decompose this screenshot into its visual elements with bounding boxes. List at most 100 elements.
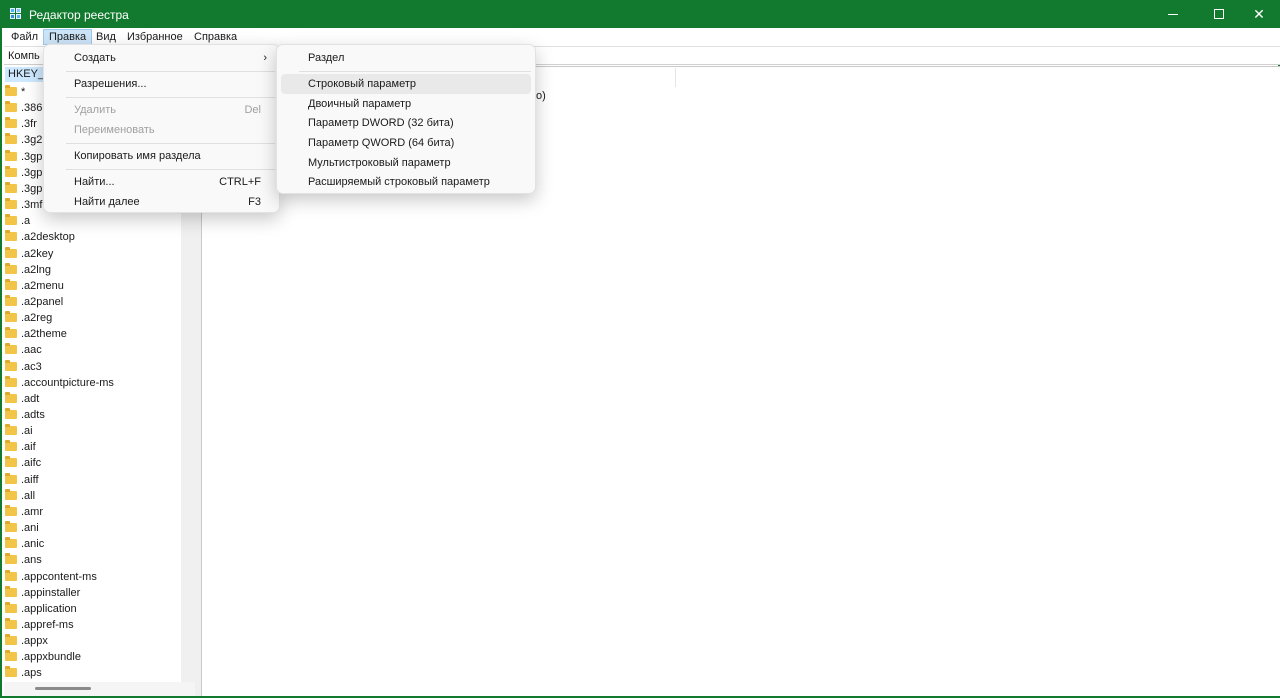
folder-icon	[5, 85, 17, 96]
permissions-label: Разрешения...	[74, 78, 147, 90]
folder-icon	[5, 165, 17, 177]
tree-item-label: .a2key	[21, 247, 54, 260]
menu-item-new-key[interactable]: Раздел	[281, 48, 531, 68]
folder-icon	[5, 440, 17, 452]
minimize-button[interactable]	[1150, 0, 1196, 28]
folder-icon	[5, 343, 17, 355]
menu-separator	[66, 97, 275, 98]
folder-icon	[5, 391, 17, 403]
folder-icon	[5, 375, 17, 387]
folder-icon	[5, 488, 17, 500]
menu-item-delete[interactable]: Удалить Del	[48, 100, 275, 120]
tree-item-label: .aiff	[21, 473, 39, 486]
menu-separator	[299, 71, 531, 72]
tree-item-label: .3gp	[21, 150, 43, 163]
tree-item-label: .a2reg	[21, 312, 53, 325]
folder-icon	[5, 359, 17, 371]
minimize-icon	[1168, 13, 1178, 15]
menu-file[interactable]: Файл	[6, 29, 43, 45]
tree-item-label: .aps	[21, 667, 42, 680]
folder-icon	[5, 585, 17, 597]
folder-icon	[5, 294, 17, 306]
menu-separator	[66, 143, 275, 144]
folder-icon	[5, 504, 17, 516]
folder-icon	[5, 327, 17, 339]
regedit-icon	[10, 8, 22, 20]
menu-favorites[interactable]: Избранное	[122, 29, 188, 45]
folder-icon	[5, 278, 17, 290]
folder-icon	[5, 666, 17, 678]
menu-item-expandable-string-value[interactable]: Расширяемый строковый параметр	[281, 172, 531, 192]
menu-item-string-value[interactable]: Строковый параметр	[281, 74, 531, 94]
menu-item-qword-value[interactable]: Параметр QWORD (64 бита)	[281, 133, 531, 153]
title-bar: Редактор реестра ✕	[2, 0, 1280, 28]
edit-menu: Создать › Разрешения... Удалить Del Пере…	[43, 44, 280, 213]
tree-item-label: .a2desktop	[21, 231, 75, 244]
menu-item-dword-value[interactable]: Параметр DWORD (32 бита)	[281, 113, 531, 133]
menu-separator	[66, 169, 275, 170]
folder-icon	[5, 634, 17, 646]
scroll-thumb[interactable]	[35, 687, 91, 690]
tree-item-label: .a2theme	[21, 328, 67, 341]
tree-item-label: .ani	[21, 522, 39, 535]
tree-item-label: .a2menu	[21, 279, 64, 292]
folder-icon	[5, 246, 17, 258]
find-next-label: Найти далее	[74, 196, 140, 208]
tree-item-label: .anic	[21, 538, 45, 551]
folder-icon	[5, 408, 17, 419]
menu-item-create[interactable]: Создать ›	[48, 48, 275, 68]
menu-item-copy-key-name[interactable]: Копировать имя раздела	[48, 146, 275, 166]
qword-value-label: Параметр QWORD (64 бита)	[308, 137, 455, 149]
tree-item-label: .3g2	[21, 134, 43, 147]
folder-icon	[5, 117, 17, 129]
menu-item-find-next[interactable]: Найти далее F3	[48, 192, 275, 212]
chevron-right-icon: ›	[263, 52, 267, 64]
folder-icon	[5, 149, 17, 161]
tree-item-label: .aifc	[21, 457, 42, 470]
tree-item-label: .appref-ms	[21, 618, 74, 631]
menu-item-find[interactable]: Найти... CTRL+F	[48, 172, 275, 192]
tree-horizontal-scrollbar[interactable]	[4, 682, 195, 696]
delete-label: Удалить	[74, 104, 116, 116]
folder-icon	[5, 133, 17, 145]
tree-item-label: .aif	[21, 441, 36, 454]
tree-item-label: .adt	[21, 392, 40, 405]
folder-icon	[5, 214, 17, 226]
tree-item-label: .3gp	[21, 166, 43, 179]
tree-item-label: .a2panel	[21, 295, 64, 308]
close-button[interactable]: ✕	[1236, 0, 1280, 28]
folder-icon	[5, 262, 17, 274]
find-shortcut: CTRL+F	[219, 176, 261, 188]
menu-item-binary-value[interactable]: Двоичный параметр	[281, 94, 531, 114]
folder-icon	[5, 650, 17, 662]
folder-icon	[5, 101, 17, 113]
tree-item-label: .appinstaller	[21, 586, 81, 599]
tree-item-label: .a	[21, 215, 31, 228]
column-separator[interactable]	[675, 68, 676, 87]
tree-item-label: .a2lng	[21, 263, 51, 276]
registry-editor-window: Редактор реестра ✕ Файл Правка Вид Избра…	[0, 0, 1280, 698]
folder-icon	[5, 472, 17, 484]
menu-edit[interactable]: Правка	[43, 29, 93, 45]
menu-help[interactable]: Справка	[189, 29, 242, 45]
folder-icon	[5, 181, 17, 193]
menu-view[interactable]: Вид	[91, 29, 121, 45]
menu-item-multi-string-value[interactable]: Мультистроковый параметр	[281, 153, 531, 173]
menu-item-rename[interactable]: Переименовать	[48, 120, 275, 140]
tree-item-label: .3mf	[21, 199, 43, 212]
new-key-label: Раздел	[308, 52, 345, 64]
tree-item-label: .amr	[21, 505, 43, 518]
tree-item-label: .appcontent-ms	[21, 570, 97, 583]
folder-icon	[5, 537, 17, 549]
folder-icon	[5, 617, 17, 629]
tree-item-label: .aac	[21, 344, 42, 357]
dword-value-label: Параметр DWORD (32 бита)	[308, 117, 454, 129]
find-next-shortcut: F3	[248, 196, 261, 208]
tree-item-label: .adts	[21, 409, 45, 421]
copy-key-name-label: Копировать имя раздела	[74, 150, 201, 162]
tree-item-label: .all	[21, 489, 36, 502]
rename-label: Переименовать	[74, 124, 155, 136]
menu-item-permissions[interactable]: Разрешения...	[48, 74, 275, 94]
address-text: Компь	[8, 50, 40, 62]
tree-item-label: .ans	[21, 554, 42, 567]
